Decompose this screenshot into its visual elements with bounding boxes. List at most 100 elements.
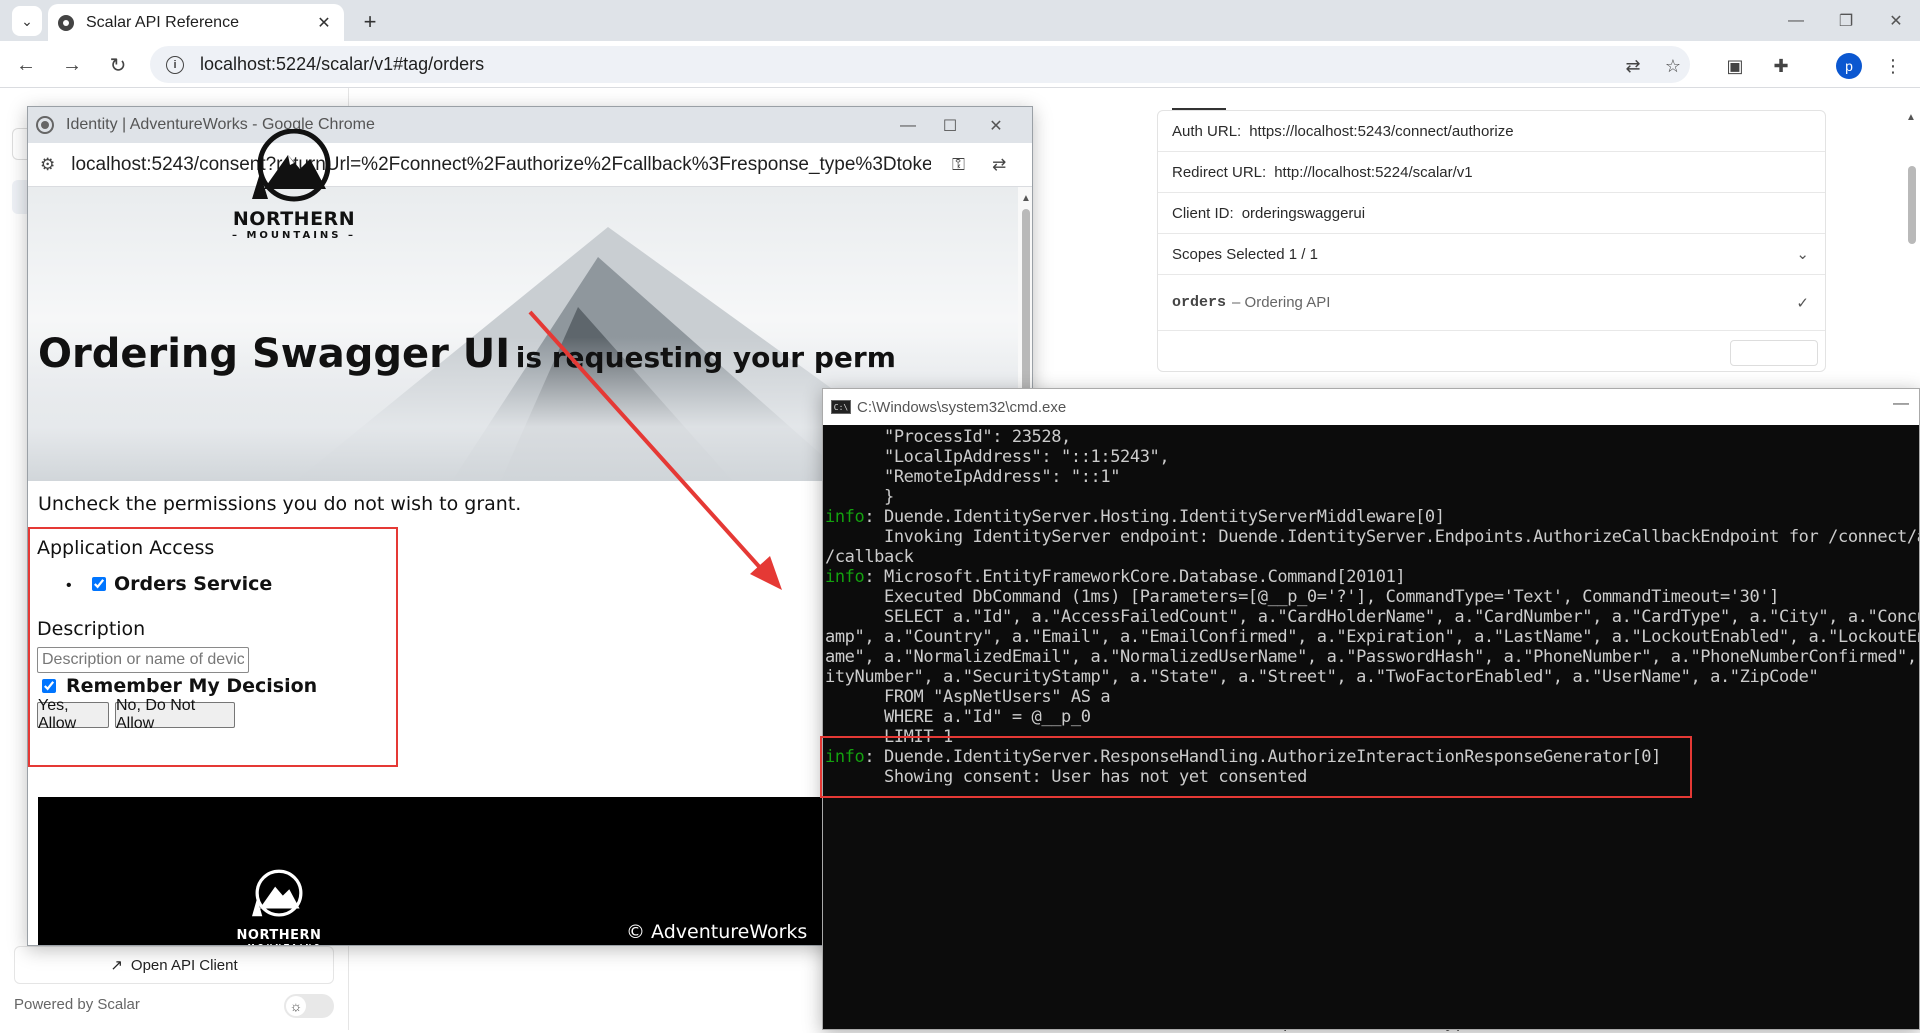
cmd-minimize-button[interactable]: — [1893,395,1909,413]
popup-maximize-button[interactable]: ☐ [930,113,970,139]
mountain-logo-icon [252,128,331,202]
console-line-text: "ProcessId": 23528, [825,427,1071,447]
popup-url: localhost:5243/consent?returnUrl=%2Fconn… [71,153,932,175]
address-url: localhost:5224/scalar/v1#tag/orders [200,54,485,74]
console-line: ame", a."NormalizedEmail", a."Normalized… [825,647,1919,667]
translate-icon[interactable]: ⇄ [992,155,1006,175]
cmd-titlebar: C:\ C:\Windows\system32\cmd.exe — [823,389,1919,425]
remember-decision-checkbox[interactable] [42,679,56,693]
no-do-not-allow-button[interactable]: No, Do Not Allow [115,697,235,732]
mountain-logo-icon [252,869,303,917]
scroll-up-arrow-icon[interactable]: ▲ [1021,193,1031,204]
site-settings-icon[interactable]: ⚙ [40,155,55,175]
description-heading: Description [37,618,146,640]
sidebar-item-stub [12,180,28,214]
profile-switch-icon[interactable]: ▣ [1722,53,1748,79]
client-id-value[interactable]: orderingswaggerui [1242,205,1365,222]
back-button[interactable]: ← [10,49,42,81]
chevron-down-icon: ⌄ [21,12,33,29]
console-line-text: : Duende.IdentityServer.Hosting.Identity… [864,507,1445,527]
popup-scrollbar-thumb[interactable] [1022,209,1030,399]
log-level-info: info [825,507,865,527]
scopes-dropdown[interactable]: Scopes Selected 1 / 1 ⌄ [1158,234,1825,275]
annotation-highlight-box [820,736,1692,798]
forward-button[interactable]: → [56,49,88,81]
orders-service-label[interactable]: Orders Service [114,573,272,595]
window-maximize-button[interactable]: ❐ [1826,8,1866,34]
northern-mountains-logo: NORTHERN – MOUNTAINS – [224,128,364,241]
console-line-text: } [825,487,894,507]
tab-close-icon[interactable]: ✕ [314,13,334,33]
key-icon[interactable]: ⚿ [952,155,965,175]
new-tab-button[interactable]: + [356,8,384,36]
scroll-up-arrow-icon[interactable]: ▲ [1906,112,1916,123]
console-line: ityNumber", a."SecurityStamp", a."State"… [825,667,1919,687]
window-minimize-button[interactable]: — [1776,8,1816,34]
consent-instructions: Uncheck the permissions you do not wish … [38,493,522,515]
site-info-icon[interactable]: i [166,55,184,74]
console-line: Executed DbCommand (1ms) [Parameters=[@_… [825,587,1919,607]
translate-icon[interactable]: ⇄ [1620,53,1646,79]
tab-search-button[interactable]: ⌄ [12,6,42,36]
sun-icon: ☼ [286,996,306,1016]
window-close-button[interactable]: ✕ [1876,8,1916,34]
authorize-button[interactable] [1730,340,1818,366]
popup-address-bar[interactable]: ⚙ localhost:5243/consent?returnUrl=%2Fco… [28,143,1032,187]
popup-titlebar: Identity | AdventureWorks - Google Chrom… [28,107,1032,143]
console-line: /callback [825,547,1919,567]
yes-allow-button[interactable]: Yes, Allow [37,697,109,732]
orders-service-checkbox[interactable] [92,577,106,591]
sidebar-search-stub [12,128,28,160]
application-access-heading: Application Access [37,537,215,559]
remember-decision-label[interactable]: Remember My Decision [66,675,317,697]
bookmark-star-icon[interactable]: ☆ [1660,53,1686,79]
browser-toolbar: ← → ↻ i localhost:5224/scalar/v1#tag/ord… [0,41,1920,88]
open-api-client-button[interactable]: ↗ Open API Client [14,946,334,984]
reload-icon: ↻ [109,54,127,77]
popup-minimize-button[interactable]: — [888,113,928,139]
tab-title: Scalar API Reference [86,13,239,31]
profile-avatar[interactable]: p [1836,53,1862,79]
reload-button[interactable]: ↻ [102,49,134,81]
powered-by-scalar[interactable]: Powered by Scalar [14,996,140,1013]
console-line: } [825,487,1919,507]
scope-name: orders [1172,294,1227,311]
scope-item-orders[interactable]: orders – Ordering API ✓ [1158,275,1825,331]
auth-url-row: Auth URL: https://localhost:5243/connect… [1158,111,1825,152]
console-line: Invoking IdentityServer endpoint: Duende… [825,527,1919,547]
browser-menu-icon[interactable]: ⋮ [1880,53,1906,79]
redirect-url-row: Redirect URL: http://localhost:5224/scal… [1158,152,1825,193]
console-line: "RemoteIpAddress": "::1" [825,467,1919,487]
console-line-text: FROM "AspNetUsers" AS a [825,687,1111,707]
scope-description: – Ordering API [1232,294,1331,311]
redirect-url-value[interactable]: http://localhost:5224/scalar/v1 [1274,164,1472,181]
page-scrollbar-thumb[interactable] [1908,166,1916,244]
extensions-puzzle-icon[interactable]: ✚ [1768,53,1794,79]
consent-heading: Ordering Swagger UI is requesting your p… [38,331,896,377]
console-line: info: Duende.IdentityServer.Hosting.Iden… [825,507,1919,527]
footer-logo: NORTHERN – MOUNTAINS – [234,867,324,945]
console-output[interactable]: "ProcessId": 23528, "LocalIpAddress": ":… [825,425,1919,1029]
footer-logo-subword: – MOUNTAINS – [234,943,324,945]
console-line: FROM "AspNetUsers" AS a [825,687,1919,707]
console-line-text: ityNumber", a."SecurityStamp", a."State"… [825,667,1819,687]
console-line-text: Invoking IdentityServer endpoint: Duende… [825,527,1919,547]
client-name: Ordering Swagger UI [38,331,511,377]
tab-scalar-api-reference[interactable]: Scalar API Reference ✕ [48,4,344,41]
scopes-label: Scopes Selected 1 / 1 [1172,245,1318,263]
client-id-row: Client ID: orderingswaggerui [1158,193,1825,234]
description-input[interactable] [37,647,249,673]
request-text: is requesting your perm [515,341,896,374]
console-line-text: "LocalIpAddress": "::1:5243", [825,447,1170,467]
footer-logo-word: NORTHERN [236,928,322,943]
theme-toggle[interactable]: ☼ [284,994,334,1018]
address-bar[interactable]: i localhost:5224/scalar/v1#tag/orders [150,46,1690,83]
console-line-text: "RemoteIpAddress": "::1" [825,467,1121,487]
chrome-globe-icon [36,116,54,134]
auth-url-value[interactable]: https://localhost:5243/connect/authorize [1249,123,1513,140]
logo-subword: – MOUNTAINS – [232,230,356,241]
auth-url-label: Auth URL: [1172,122,1242,140]
arrow-left-icon: ← [16,53,36,76]
popup-close-button[interactable]: ✕ [976,113,1016,139]
external-arrow-icon: ↗ [110,957,123,974]
